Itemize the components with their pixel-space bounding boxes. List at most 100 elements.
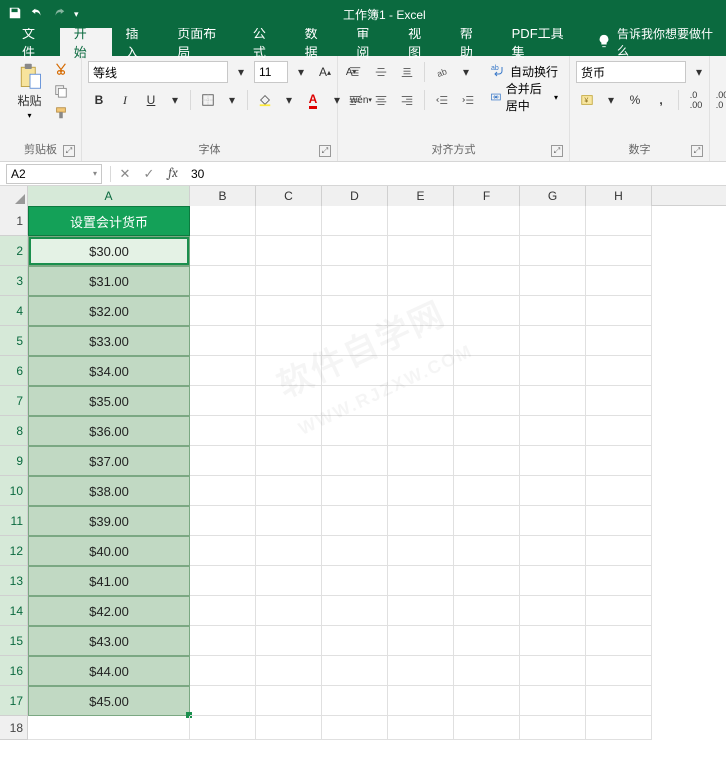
underline-button[interactable]: U bbox=[140, 89, 162, 111]
cell[interactable] bbox=[256, 296, 322, 326]
column-header-B[interactable]: B bbox=[190, 186, 256, 206]
merge-center-button[interactable]: 合并后居中 ▾ bbox=[485, 86, 563, 108]
chevron-down-icon[interactable]: ▾ bbox=[232, 63, 250, 81]
cell[interactable] bbox=[388, 656, 454, 686]
cell[interactable] bbox=[322, 686, 388, 716]
cell[interactable] bbox=[322, 356, 388, 386]
cell[interactable] bbox=[190, 416, 256, 446]
chevron-down-icon[interactable]: ▾ bbox=[690, 63, 708, 81]
align-top-button[interactable] bbox=[344, 61, 366, 83]
cell[interactable] bbox=[586, 296, 652, 326]
formula-input[interactable] bbox=[185, 167, 726, 181]
column-header-E[interactable]: E bbox=[388, 186, 454, 206]
cell[interactable] bbox=[256, 326, 322, 356]
decrease-indent-button[interactable] bbox=[431, 89, 453, 111]
redo-icon[interactable] bbox=[52, 6, 66, 23]
cell[interactable] bbox=[322, 596, 388, 626]
font-size-combo[interactable] bbox=[254, 61, 288, 83]
cell[interactable] bbox=[28, 716, 190, 740]
italic-button[interactable]: I bbox=[114, 89, 136, 111]
cell[interactable] bbox=[454, 686, 520, 716]
enter-formula-button[interactable]: ✓ bbox=[137, 164, 161, 184]
cell[interactable] bbox=[256, 536, 322, 566]
format-painter-button[interactable] bbox=[52, 104, 70, 122]
increase-decimal-button[interactable]: .0.00 bbox=[685, 89, 707, 111]
cell[interactable]: $38.00 bbox=[28, 476, 190, 506]
accounting-format-button[interactable]: ¥ bbox=[576, 89, 598, 111]
increase-font-size-button[interactable]: A▴ bbox=[314, 61, 336, 83]
cell[interactable] bbox=[586, 266, 652, 296]
cell[interactable] bbox=[586, 446, 652, 476]
clipboard-dialog-launcher[interactable]: ⤢ bbox=[63, 145, 75, 157]
chevron-down-icon[interactable]: ▾ bbox=[457, 63, 475, 81]
cell[interactable] bbox=[586, 416, 652, 446]
cell[interactable] bbox=[322, 536, 388, 566]
cell[interactable]: 设置会计货币 bbox=[28, 206, 190, 236]
paste-button[interactable]: 粘贴 ▾ bbox=[12, 60, 48, 122]
tab-pdf-tools[interactable]: PDF工具集 bbox=[498, 28, 585, 56]
chevron-down-icon[interactable]: ▾ bbox=[602, 91, 620, 109]
cell[interactable] bbox=[454, 476, 520, 506]
cell[interactable] bbox=[454, 206, 520, 236]
cell[interactable] bbox=[454, 266, 520, 296]
cell[interactable]: $31.00 bbox=[28, 266, 190, 296]
cell[interactable]: $37.00 bbox=[28, 446, 190, 476]
cell[interactable] bbox=[190, 206, 256, 236]
cell[interactable]: $40.00 bbox=[28, 536, 190, 566]
decrease-decimal-button[interactable]: .00.0 bbox=[711, 89, 726, 111]
cell[interactable]: $36.00 bbox=[28, 416, 190, 446]
cell[interactable] bbox=[520, 446, 586, 476]
cell[interactable] bbox=[322, 416, 388, 446]
cell[interactable] bbox=[256, 416, 322, 446]
cell[interactable] bbox=[454, 536, 520, 566]
column-header-H[interactable]: H bbox=[586, 186, 652, 206]
save-icon[interactable] bbox=[8, 6, 22, 23]
cell[interactable] bbox=[520, 626, 586, 656]
cell[interactable] bbox=[388, 686, 454, 716]
cell[interactable]: $45.00 bbox=[28, 686, 190, 716]
cell[interactable] bbox=[388, 626, 454, 656]
borders-button[interactable] bbox=[197, 89, 219, 111]
cell[interactable] bbox=[454, 446, 520, 476]
cell[interactable] bbox=[388, 716, 454, 740]
cell[interactable] bbox=[190, 356, 256, 386]
fill-color-button[interactable] bbox=[254, 89, 276, 111]
cell[interactable] bbox=[454, 626, 520, 656]
cell[interactable] bbox=[520, 506, 586, 536]
cell[interactable] bbox=[454, 326, 520, 356]
cell[interactable] bbox=[256, 716, 322, 740]
row-header[interactable]: 10 bbox=[0, 476, 28, 506]
cell[interactable] bbox=[520, 236, 586, 266]
cell[interactable] bbox=[520, 266, 586, 296]
chevron-down-icon[interactable]: ▾ bbox=[223, 91, 241, 109]
select-all-corner[interactable] bbox=[0, 186, 28, 206]
cell[interactable] bbox=[520, 566, 586, 596]
cell[interactable] bbox=[256, 656, 322, 686]
cell[interactable]: $43.00 bbox=[28, 626, 190, 656]
cell[interactable] bbox=[190, 626, 256, 656]
cell[interactable] bbox=[190, 596, 256, 626]
cell[interactable] bbox=[190, 506, 256, 536]
cell[interactable] bbox=[454, 296, 520, 326]
cell[interactable] bbox=[520, 416, 586, 446]
cell[interactable] bbox=[586, 656, 652, 686]
cell[interactable] bbox=[256, 476, 322, 506]
cell[interactable] bbox=[520, 476, 586, 506]
cell[interactable] bbox=[454, 356, 520, 386]
align-right-button[interactable] bbox=[396, 89, 418, 111]
row-header[interactable]: 9 bbox=[0, 446, 28, 476]
row-header[interactable]: 13 bbox=[0, 566, 28, 596]
orientation-button[interactable]: ab bbox=[431, 61, 453, 83]
cell[interactable] bbox=[190, 386, 256, 416]
row-header[interactable]: 3 bbox=[0, 266, 28, 296]
cell[interactable] bbox=[322, 236, 388, 266]
align-center-button[interactable] bbox=[370, 89, 392, 111]
column-header-C[interactable]: C bbox=[256, 186, 322, 206]
align-middle-button[interactable] bbox=[370, 61, 392, 83]
tab-formulas[interactable]: 公式 bbox=[239, 28, 291, 56]
cell[interactable] bbox=[586, 386, 652, 416]
cell[interactable] bbox=[190, 476, 256, 506]
increase-indent-button[interactable] bbox=[457, 89, 479, 111]
tell-me[interactable]: 告诉我你想要做什么 bbox=[585, 28, 726, 56]
cell[interactable]: $39.00 bbox=[28, 506, 190, 536]
